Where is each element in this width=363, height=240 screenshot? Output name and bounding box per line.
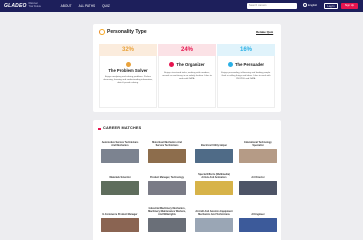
personality-type-card: Personality Type Retake Quiz 32% The Pro…: [93, 24, 281, 112]
career-title: Art Director: [251, 176, 265, 179]
career-card[interactable]: Special Effects (Multimedia) Artists And…: [195, 167, 233, 195]
career-image: [148, 149, 186, 163]
language-label: English: [308, 3, 318, 7]
logo-tagline: Discover Your Future: [28, 2, 41, 8]
type-name: The Problem Solver: [108, 68, 148, 73]
career-title: Industrial Machinery Mechanics, Machiner…: [148, 207, 186, 216]
nav-about[interactable]: ABOUT: [61, 4, 72, 8]
logo[interactable]: GLADEO Discover Your Future: [4, 3, 43, 9]
career-matches-card: CAREER MATCHES Automotive Service Techni…: [93, 120, 281, 240]
career-card[interactable]: Educational Technology Specialist: [239, 135, 277, 163]
signup-button[interactable]: Sign Up: [341, 3, 358, 9]
career-card[interactable]: E-Commerce Product Manager: [101, 204, 139, 232]
career-title: E-Commerce Product Manager: [102, 213, 138, 216]
career-image: [101, 218, 139, 232]
career-title: Materials Scientist: [109, 176, 131, 179]
career-title: AI Engineer: [251, 213, 265, 216]
search-input[interactable]: Search careers: [247, 3, 297, 9]
career-image: [239, 218, 277, 232]
nav-all-paths[interactable]: ALL PATHS: [79, 4, 96, 8]
career-title: Educational Technology Specialist: [244, 141, 272, 147]
globe-icon: [303, 3, 307, 7]
type-description: Enjoys structured tasks, working with nu…: [162, 72, 212, 80]
section-accent-bar: [98, 128, 101, 130]
main-nav: ABOUT ALL PATHS QUIZ: [61, 4, 110, 8]
career-card[interactable]: AI Engineer: [239, 204, 277, 232]
career-card[interactable]: Industrial Machinery Mechanics, Machiner…: [148, 204, 186, 232]
career-image: [195, 181, 233, 195]
career-image: [148, 218, 186, 232]
personality-type-persuader: 16% The Persuader Enjoys persuading, inf…: [217, 44, 275, 108]
career-title: Special Effects (Multimedia) Artists And…: [198, 173, 230, 179]
career-card[interactable]: Automotive Service Technicians And Mecha…: [101, 135, 139, 163]
career-card[interactable]: Electrical Utility Helper: [195, 135, 233, 163]
nav-quiz[interactable]: QUIZ: [102, 4, 110, 8]
language-selector[interactable]: English: [303, 3, 317, 7]
personality-type-organizer: 24% The Organizer Enjoys structured task…: [158, 44, 216, 108]
career-image: [101, 181, 139, 195]
career-title: Aircraft And Avionics Equipment Mechanic…: [195, 210, 233, 216]
login-button[interactable]: Log In: [324, 3, 338, 9]
career-image: [195, 218, 233, 232]
career-image: [239, 181, 277, 195]
puzzle-icon: [125, 62, 131, 67]
career-card[interactable]: Aircraft And Avionics Equipment Mechanic…: [195, 204, 233, 232]
career-title: Electrical Utility Helper: [200, 144, 228, 147]
type-name: The Persuader: [234, 62, 265, 67]
career-card[interactable]: Motorboat Mechanics And Service Technici…: [148, 135, 186, 163]
percentage: 16%: [217, 44, 275, 56]
percentage: 24%: [158, 44, 216, 56]
clipboard-icon: [169, 62, 175, 67]
donut-chart-icon: [99, 29, 105, 35]
career-image: [195, 149, 233, 163]
top-navbar: GLADEO Discover Your Future ABOUT ALL PA…: [0, 0, 363, 12]
megaphone-icon: [227, 62, 233, 67]
career-card[interactable]: Product Manager, Technology: [148, 167, 186, 195]
career-image: [148, 181, 186, 195]
career-matches-title: CAREER MATCHES: [103, 126, 142, 130]
career-image: [239, 149, 277, 163]
percentage: 32%: [99, 44, 157, 56]
career-title: Automotive Service Technicians And Mecha…: [101, 141, 139, 147]
type-description: Enjoys persuading, influencing and leadi…: [221, 72, 271, 80]
career-title: Motorboat Mechanics And Service Technici…: [152, 141, 182, 147]
type-description: Enjoys analyzing and solving problems. P…: [103, 76, 153, 84]
career-card[interactable]: Art Director: [239, 167, 277, 195]
career-card[interactable]: Materials Scientist: [101, 167, 139, 195]
retake-quiz-link[interactable]: Retake Quiz: [256, 30, 273, 34]
type-name: The Organizer: [176, 62, 205, 67]
career-image: [101, 149, 139, 163]
personality-type-title: Personality Type: [107, 29, 147, 35]
logo-text: GLADEO: [4, 3, 27, 9]
personality-type-problem-solver: 32% The Problem Solver Enjoys analyzing …: [99, 44, 157, 108]
career-title: Product Manager, Technology: [150, 176, 184, 179]
